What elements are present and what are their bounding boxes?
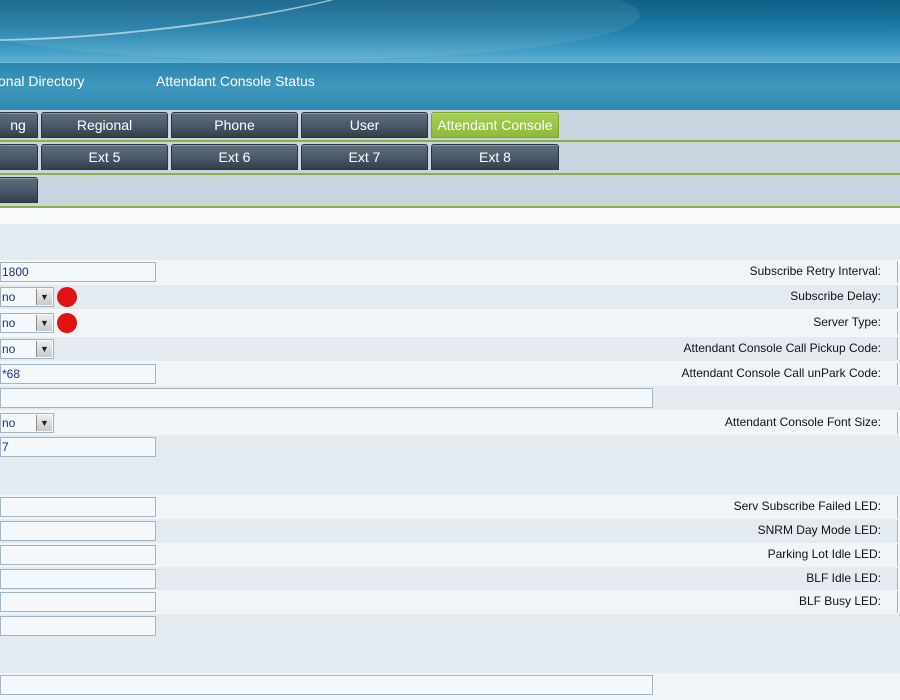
- tab-user[interactable]: User: [301, 112, 428, 138]
- chevron-down-icon[interactable]: ▼: [36, 289, 52, 305]
- form-row: Parking Lot Idle LED:: [0, 543, 900, 567]
- led-input[interactable]: [0, 497, 156, 517]
- tab-attendant-console[interactable]: Attendant Console: [431, 112, 559, 138]
- section-header: [0, 638, 900, 674]
- tab-ext-4[interactable]: [0, 144, 38, 170]
- tab-provisioning[interactable]: ng: [0, 112, 38, 138]
- select-value: no: [2, 416, 16, 430]
- menu-attendant-console-status[interactable]: Attendant Console Status: [156, 73, 315, 89]
- long-text-input[interactable]: [0, 388, 653, 408]
- call-pickup-code-label: Attendant Console Call Pickup Code:: [683, 341, 881, 355]
- option-select[interactable]: no ▼: [0, 287, 54, 307]
- subscribe-expires-input[interactable]: 1800: [0, 262, 156, 282]
- spacer-row: [0, 208, 900, 224]
- form-row: no ▼ Subscribe Delay:: [0, 285, 900, 309]
- form-row: SNRM Day Mode LED:: [0, 519, 900, 543]
- form-row: [0, 614, 900, 638]
- chevron-down-icon[interactable]: ▼: [36, 341, 52, 357]
- led-input[interactable]: [0, 592, 156, 612]
- blf-idle-led-label: BLF Idle LED:: [806, 571, 881, 585]
- section-header: [0, 224, 900, 260]
- subscribe-delay-label: Subscribe Delay:: [790, 289, 881, 303]
- led-input[interactable]: [0, 569, 156, 589]
- form-row: no ▼ Attendant Console Call Pickup Code:: [0, 337, 900, 361]
- tab-regional[interactable]: Regional: [41, 112, 168, 138]
- font-size-label: Attendant Console Font Size:: [724, 415, 881, 429]
- top-menu: onal Directory Attendant Console Status: [0, 62, 900, 111]
- status-dot-icon: [57, 287, 77, 307]
- chevron-down-icon[interactable]: ▼: [36, 415, 52, 431]
- form-row: [0, 673, 900, 700]
- form-row: BLF Idle LED:: [0, 567, 900, 591]
- form-row: BLF Busy LED:: [0, 590, 900, 614]
- numeric-input[interactable]: 7: [0, 437, 156, 457]
- tab-sub-partial[interactable]: [0, 177, 38, 203]
- form-row: *68 Attendant Console Call unPark Code:: [0, 362, 900, 386]
- tab-row-ext: Ext 5 Ext 6 Ext 7 Ext 8: [0, 142, 900, 175]
- option-select[interactable]: no ▼: [0, 313, 54, 333]
- tab-ext-5[interactable]: Ext 5: [41, 144, 168, 170]
- status-dot-icon: [57, 313, 77, 333]
- server-type-label: Server Type:: [813, 315, 881, 329]
- form-row: no ▼ Attendant Console Font Size:: [0, 411, 900, 435]
- call-unpark-code-label: Attendant Console Call unPark Code:: [681, 366, 881, 380]
- select-value: no: [2, 290, 16, 304]
- form-row: no ▼ Server Type:: [0, 311, 900, 335]
- tab-ext-6[interactable]: Ext 6: [171, 144, 298, 170]
- select-value: no: [2, 316, 16, 330]
- select-value: no: [2, 342, 16, 356]
- tab-ext-8[interactable]: Ext 8: [431, 144, 559, 170]
- menu-personal-directory[interactable]: onal Directory: [0, 73, 84, 89]
- long-text-input[interactable]: [0, 675, 653, 695]
- snrm-day-mode-led-label: SNRM Day Mode LED:: [757, 523, 881, 537]
- tab-row-sub: [0, 175, 900, 208]
- form-row: 7: [0, 435, 900, 459]
- blf-busy-led-label: BLF Busy LED:: [798, 594, 881, 608]
- led-input[interactable]: [0, 545, 156, 565]
- chevron-down-icon[interactable]: ▼: [36, 315, 52, 331]
- subscribe-retry-label: Subscribe Retry Interval:: [749, 264, 881, 278]
- form-row: [0, 386, 900, 410]
- option-select[interactable]: no ▼: [0, 413, 54, 433]
- section-header: [0, 459, 900, 495]
- led-input[interactable]: [0, 521, 156, 541]
- led-input[interactable]: [0, 616, 156, 636]
- tab-phone[interactable]: Phone: [171, 112, 298, 138]
- option-select[interactable]: no ▼: [0, 339, 54, 359]
- form-row: 1800 Subscribe Retry Interval:: [0, 260, 900, 284]
- code-input[interactable]: *68: [0, 364, 156, 384]
- tab-ext-7[interactable]: Ext 7: [301, 144, 428, 170]
- tab-row-main: ng Regional Phone User Attendant Console: [0, 110, 900, 142]
- serv-subscribe-failed-led-label: Serv Subscribe Failed LED:: [733, 499, 881, 513]
- header-banner: [0, 0, 900, 62]
- parking-lot-idle-led-label: Parking Lot Idle LED:: [767, 547, 881, 561]
- form-row: Serv Subscribe Failed LED:: [0, 495, 900, 519]
